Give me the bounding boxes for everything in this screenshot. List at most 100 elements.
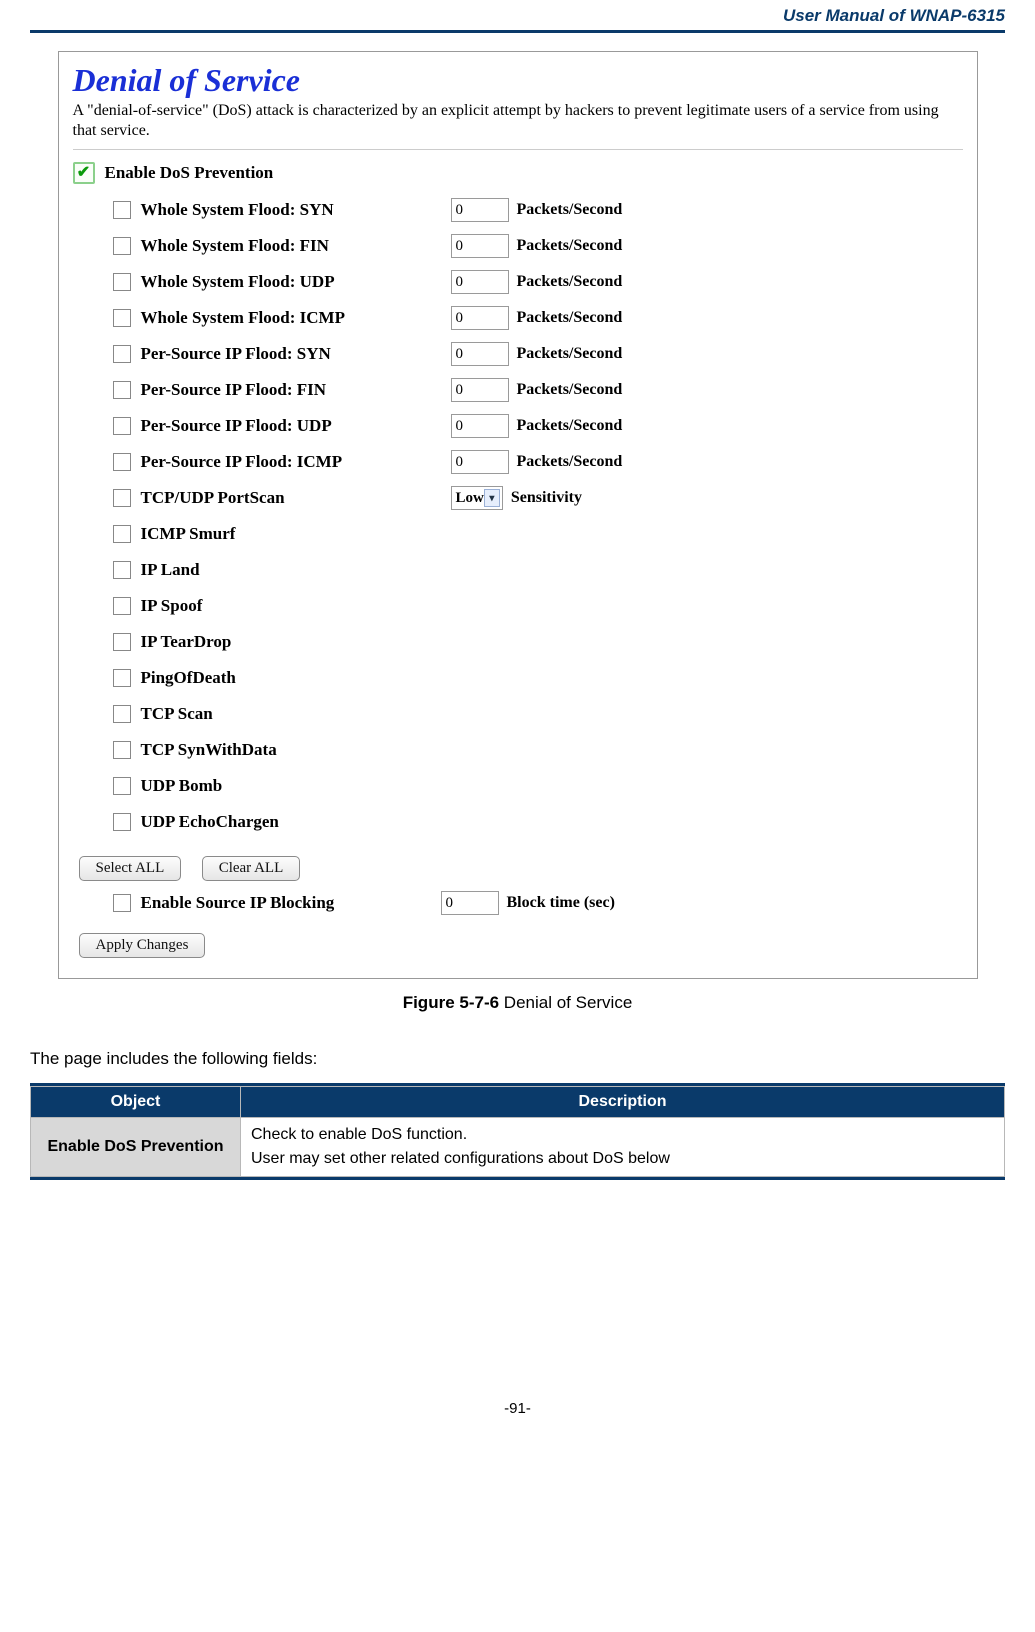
dos-item-checkbox[interactable] bbox=[113, 273, 131, 291]
dos-item-label: Per-Source IP Flood: FIN bbox=[141, 380, 451, 400]
dos-item-row: TCP/UDP PortScanLow▾ Sensitivity bbox=[113, 482, 963, 514]
th-description: Description bbox=[241, 1087, 1005, 1118]
dos-item-label: IP Spoof bbox=[141, 596, 451, 616]
dos-item-checkbox[interactable] bbox=[113, 453, 131, 471]
dos-item-label: Per-Source IP Flood: UDP bbox=[141, 416, 451, 436]
dos-item-row: Whole System Flood: FIN Packets/Second bbox=[113, 230, 963, 262]
table-intro: The page includes the following fields: bbox=[30, 1049, 1005, 1069]
dos-item-checkbox[interactable] bbox=[113, 561, 131, 579]
dos-item-checkbox[interactable] bbox=[113, 345, 131, 363]
table-cell-object: Enable DoS Prevention bbox=[31, 1118, 241, 1177]
dos-item-label: UDP EchoChargen bbox=[141, 812, 451, 832]
dos-item-row: TCP SynWithData bbox=[113, 734, 963, 766]
dos-item-checkbox[interactable] bbox=[113, 597, 131, 615]
block-time-input[interactable] bbox=[441, 891, 499, 915]
dos-item-row: Per-Source IP Flood: FIN Packets/Second bbox=[113, 374, 963, 406]
dos-item-checkbox[interactable] bbox=[113, 309, 131, 327]
dos-item-checkbox[interactable] bbox=[113, 381, 131, 399]
dos-item-unit: Packets/Second bbox=[517, 417, 623, 435]
apply-changes-button[interactable]: Apply Changes bbox=[79, 933, 206, 958]
dos-item-row: UDP Bomb bbox=[113, 770, 963, 802]
dos-item-input[interactable] bbox=[451, 306, 509, 330]
dos-item-label: Whole System Flood: UDP bbox=[141, 272, 451, 292]
dos-item-label: Per-Source IP Flood: ICMP bbox=[141, 452, 451, 472]
dos-item-checkbox[interactable] bbox=[113, 525, 131, 543]
dos-item-row: Per-Source IP Flood: SYN Packets/Second bbox=[113, 338, 963, 370]
dos-item-checkbox[interactable] bbox=[113, 201, 131, 219]
dos-item-input[interactable] bbox=[451, 378, 509, 402]
dos-item-row: ICMP Smurf bbox=[113, 518, 963, 550]
dos-item-input[interactable] bbox=[451, 234, 509, 258]
description-table: Object Description Enable DoS Prevention… bbox=[30, 1086, 1005, 1177]
description-table-wrap: Object Description Enable DoS Prevention… bbox=[30, 1083, 1005, 1180]
sensitivity-select[interactable]: Low▾ bbox=[451, 486, 503, 510]
figure-text: Denial of Service bbox=[499, 993, 632, 1012]
dos-item-row: IP Land bbox=[113, 554, 963, 586]
dos-item-label: ICMP Smurf bbox=[141, 524, 451, 544]
dos-item-row: UDP EchoChargen bbox=[113, 806, 963, 838]
figure-number: Figure 5-7-6 bbox=[403, 993, 499, 1012]
dos-item-unit: Packets/Second bbox=[517, 237, 623, 255]
dos-panel: Denial of Service A "denial-of-service" … bbox=[58, 51, 978, 979]
dos-item-label: TCP/UDP PortScan bbox=[141, 488, 451, 508]
table-cell-description: Check to enable DoS function. User may se… bbox=[241, 1118, 1005, 1177]
dos-item-checkbox[interactable] bbox=[113, 741, 131, 759]
source-ip-blocking-row: Enable Source IP Blocking Block time (se… bbox=[113, 891, 963, 915]
panel-description: A "denial-of-service" (DoS) attack is ch… bbox=[73, 101, 963, 141]
dos-item-input[interactable] bbox=[451, 414, 509, 438]
select-all-button[interactable]: Select ALL bbox=[79, 856, 182, 881]
dos-item-unit: Packets/Second bbox=[517, 345, 623, 363]
dos-item-row: TCP Scan bbox=[113, 698, 963, 730]
source-ip-blocking-label: Enable Source IP Blocking bbox=[141, 893, 441, 913]
source-ip-blocking-checkbox[interactable] bbox=[113, 894, 131, 912]
figure-caption: Figure 5-7-6 Denial of Service bbox=[30, 993, 1005, 1013]
dos-item-row: Whole System Flood: ICMPPackets/Second bbox=[113, 302, 963, 334]
dos-item-checkbox[interactable] bbox=[113, 237, 131, 255]
dos-item-input[interactable] bbox=[451, 198, 509, 222]
dos-item-label: Per-Source IP Flood: SYN bbox=[141, 344, 451, 364]
panel-divider bbox=[73, 149, 963, 150]
dos-item-checkbox[interactable] bbox=[113, 813, 131, 831]
dos-item-checkbox[interactable] bbox=[113, 417, 131, 435]
dos-item-input[interactable] bbox=[451, 270, 509, 294]
enable-dos-label: Enable DoS Prevention bbox=[105, 163, 274, 183]
dos-item-label: PingOfDeath bbox=[141, 668, 451, 688]
doc-header: User Manual of WNAP-6315 bbox=[30, 0, 1005, 30]
table-row: Enable DoS PreventionCheck to enable DoS… bbox=[31, 1118, 1005, 1177]
dos-item-input[interactable] bbox=[451, 450, 509, 474]
dos-item-row: Per-Source IP Flood: UDP Packets/Second bbox=[113, 410, 963, 442]
dos-item-checkbox[interactable] bbox=[113, 669, 131, 687]
dos-item-input[interactable] bbox=[451, 342, 509, 366]
dos-item-unit: Packets/Second bbox=[517, 201, 623, 219]
enable-dos-checkbox[interactable]: ✔ bbox=[73, 162, 95, 184]
table-cell-desc-line: Check to enable DoS function. bbox=[251, 1126, 994, 1144]
dos-item-checkbox[interactable] bbox=[113, 489, 131, 507]
dos-item-row: IP Spoof bbox=[113, 590, 963, 622]
chevron-down-icon: ▾ bbox=[484, 489, 500, 507]
th-object: Object bbox=[31, 1087, 241, 1118]
dos-item-label: Whole System Flood: FIN bbox=[141, 236, 451, 256]
dos-item-checkbox[interactable] bbox=[113, 705, 131, 723]
page-number: -91- bbox=[504, 1400, 531, 1417]
dos-item-label: TCP SynWithData bbox=[141, 740, 451, 760]
dos-item-label: TCP Scan bbox=[141, 704, 451, 724]
dos-item-label: IP Land bbox=[141, 560, 451, 580]
dos-item-unit: Packets/Second bbox=[517, 381, 623, 399]
block-time-unit: Block time (sec) bbox=[507, 894, 615, 912]
dos-item-unit: Packets/Second bbox=[517, 453, 623, 471]
check-icon: ✔ bbox=[77, 165, 90, 181]
dos-item-unit: Packets/Second bbox=[517, 309, 623, 327]
dos-item-checkbox[interactable] bbox=[113, 777, 131, 795]
dos-item-row: Per-Source IP Flood: ICMP Packets/Second bbox=[113, 446, 963, 478]
doc-title: User Manual of WNAP-6315 bbox=[783, 6, 1005, 26]
table-cell-desc-line: User may set other related configuration… bbox=[251, 1150, 994, 1168]
dos-item-unit: Sensitivity bbox=[511, 489, 582, 507]
dos-item-label: IP TearDrop bbox=[141, 632, 451, 652]
button-row: Select ALL Clear ALL bbox=[79, 856, 963, 881]
dos-item-row: Whole System Flood: SYNPackets/Second bbox=[113, 194, 963, 226]
dos-item-label: UDP Bomb bbox=[141, 776, 451, 796]
panel-title: Denial of Service bbox=[73, 62, 963, 99]
dos-item-row: Whole System Flood: UDPPackets/Second bbox=[113, 266, 963, 298]
clear-all-button[interactable]: Clear ALL bbox=[202, 856, 301, 881]
dos-item-checkbox[interactable] bbox=[113, 633, 131, 651]
